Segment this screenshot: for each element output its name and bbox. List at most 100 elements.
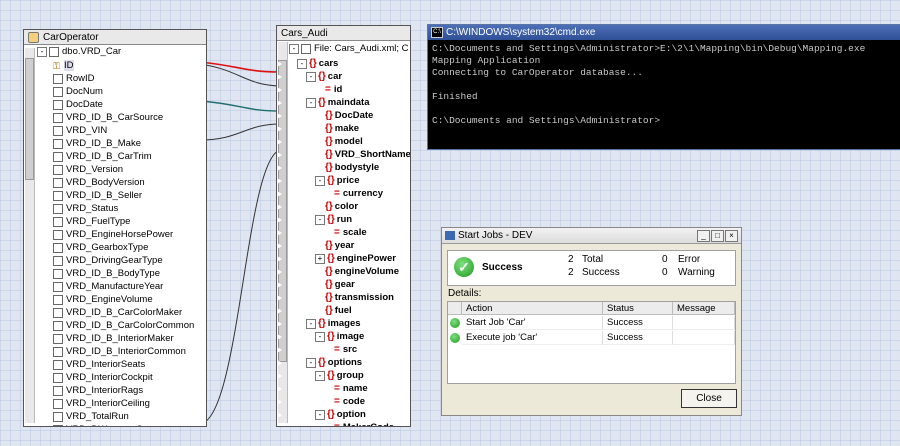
input-port[interactable] [277, 411, 282, 419]
xml-node-row[interactable]: -{} images [306, 317, 361, 330]
output-port[interactable] [198, 348, 204, 356]
output-port[interactable] [198, 179, 204, 187]
field-row[interactable]: VRD_ID_B_CarTrim [53, 150, 152, 163]
collapse-icon[interactable]: - [297, 58, 307, 69]
input-port[interactable] [277, 164, 282, 172]
field-row[interactable]: VRD_Version [53, 163, 123, 176]
xml-node-row[interactable]: -{} car [306, 70, 342, 83]
field-row[interactable]: ⚿ ID [53, 59, 74, 72]
xml-node-row[interactable]: = id [315, 83, 342, 96]
input-port[interactable] [277, 372, 282, 380]
output-port[interactable] [198, 322, 204, 330]
output-port[interactable] [198, 413, 204, 421]
xml-node-row[interactable]: {} color [315, 200, 358, 213]
input-port[interactable] [277, 151, 282, 159]
output-port[interactable] [198, 153, 204, 161]
console-output[interactable]: C:\Documents and Settings\Administrator>… [428, 40, 900, 130]
input-port[interactable] [277, 307, 282, 315]
xml-node-row[interactable]: {} engineVolume [315, 265, 399, 278]
xml-node-row[interactable]: {} DocDate [315, 109, 373, 122]
input-port[interactable] [277, 333, 282, 341]
field-row[interactable]: VRD_ID_B_InteriorCommon [53, 345, 186, 358]
minimize-button[interactable]: _ [697, 230, 710, 242]
xml-node-row[interactable]: {} bodystyle [315, 161, 379, 174]
field-row[interactable]: VRD_ID_B_Seller [53, 189, 142, 202]
table-row-status[interactable]: Success [603, 316, 673, 330]
input-port[interactable] [277, 86, 282, 94]
expand-icon[interactable]: + [315, 253, 325, 264]
xml-node-row[interactable]: {} make [315, 122, 359, 135]
xml-node-row[interactable]: -{} option [315, 408, 366, 421]
table-row-action[interactable]: Start Job 'Car' [462, 316, 603, 330]
input-port[interactable] [277, 359, 282, 367]
xml-node-row[interactable]: = currency [324, 187, 383, 200]
input-port[interactable] [277, 216, 282, 224]
field-row[interactable]: VRD_TotalRun [53, 410, 129, 423]
field-row[interactable]: VRD_ID_B_CarColorCommon [53, 319, 194, 332]
field-row[interactable]: VRD_InteriorRags [53, 384, 143, 397]
table-row-action[interactable]: Execute job 'Car' [462, 331, 603, 345]
xml-node-row[interactable]: -{} cars [297, 57, 338, 70]
input-port[interactable] [277, 242, 282, 250]
input-port[interactable] [277, 190, 282, 198]
input-port[interactable] [277, 73, 282, 81]
close-button[interactable]: Close [681, 389, 737, 408]
xml-node-row[interactable]: +{} enginePower [315, 252, 396, 265]
output-port[interactable] [198, 88, 204, 96]
field-row[interactable]: VRD_ID_B_CarSource [53, 111, 163, 124]
car-operator-scrollbar[interactable] [25, 48, 35, 423]
input-port[interactable] [277, 385, 282, 393]
xml-node-row[interactable]: -{} group [315, 369, 364, 382]
field-row[interactable]: VRD_ManufactureYear [53, 280, 163, 293]
field-row[interactable]: VRD_InteriorCeiling [53, 397, 150, 410]
collapse-icon[interactable]: - [315, 409, 325, 420]
cars-audi-component[interactable]: Cars_Audi - File: Cars_Audi.xml; C -{} ca… [276, 25, 411, 427]
field-row[interactable]: VRD_GearboxType [53, 241, 148, 254]
output-port[interactable] [198, 270, 204, 278]
output-port[interactable] [198, 62, 204, 70]
field-row[interactable]: VRD_VIN [53, 124, 107, 137]
input-port[interactable] [277, 294, 282, 302]
car-operator-component[interactable]: CarOperator - dbo.VRD_Car ⚿ ID RowID DocNum Do… [23, 29, 207, 427]
start-jobs-dialog[interactable]: Start Jobs - DEV _ □ × ✓ Success 2 Total… [441, 227, 742, 416]
maximize-button[interactable]: □ [711, 230, 724, 242]
collapse-icon[interactable]: - [37, 46, 47, 57]
xml-node-row[interactable]: {} transmission [315, 291, 394, 304]
field-row[interactable]: VRD_ID_B_BodyType [53, 267, 160, 280]
xml-node-row[interactable]: = src [324, 343, 357, 356]
output-port[interactable] [198, 166, 204, 174]
table-row-status[interactable]: Success [603, 331, 673, 345]
dialog-title-bar[interactable]: Start Jobs - DEV _ □ × [442, 228, 741, 244]
xml-node-row[interactable]: -{} maindata [306, 96, 370, 109]
input-port[interactable] [277, 320, 282, 328]
collapse-icon[interactable]: - [315, 331, 325, 342]
input-port[interactable] [277, 346, 282, 354]
output-port[interactable] [198, 387, 204, 395]
field-row[interactable]: VRD_EngineHorsePower [53, 228, 173, 241]
xml-node-row[interactable]: -{} price [315, 174, 360, 187]
column-header-message[interactable]: Message [673, 302, 735, 315]
field-row[interactable]: VRD_Status [53, 202, 118, 215]
input-port[interactable] [277, 125, 282, 133]
xml-node-row[interactable]: =MakerCode [324, 421, 394, 426]
details-table[interactable]: Action Status Message Start Job 'Car' Su… [447, 301, 736, 384]
output-port[interactable] [198, 296, 204, 304]
xml-node-row[interactable]: {} model [315, 135, 363, 148]
collapse-icon[interactable]: - [306, 97, 316, 108]
input-port[interactable] [277, 268, 282, 276]
output-port[interactable] [198, 231, 204, 239]
xml-node-row[interactable]: -{} run [315, 213, 352, 226]
xml-node-row[interactable]: {} fuel [315, 304, 352, 317]
input-port[interactable] [277, 229, 282, 237]
output-port[interactable] [198, 335, 204, 343]
collapse-icon[interactable]: - [289, 43, 299, 54]
output-port[interactable] [198, 101, 204, 109]
input-port[interactable] [277, 138, 282, 146]
field-row[interactable]: VRD_DrivingGearType [53, 254, 163, 267]
output-port[interactable] [198, 400, 204, 408]
field-row[interactable]: VRD_ID_B_CarColorMaker [53, 306, 182, 319]
cars-audi-title-bar[interactable]: Cars_Audi [277, 26, 410, 41]
xml-node-row[interactable]: = code [324, 395, 365, 408]
output-port[interactable] [198, 192, 204, 200]
field-row[interactable]: DocNum [53, 85, 103, 98]
